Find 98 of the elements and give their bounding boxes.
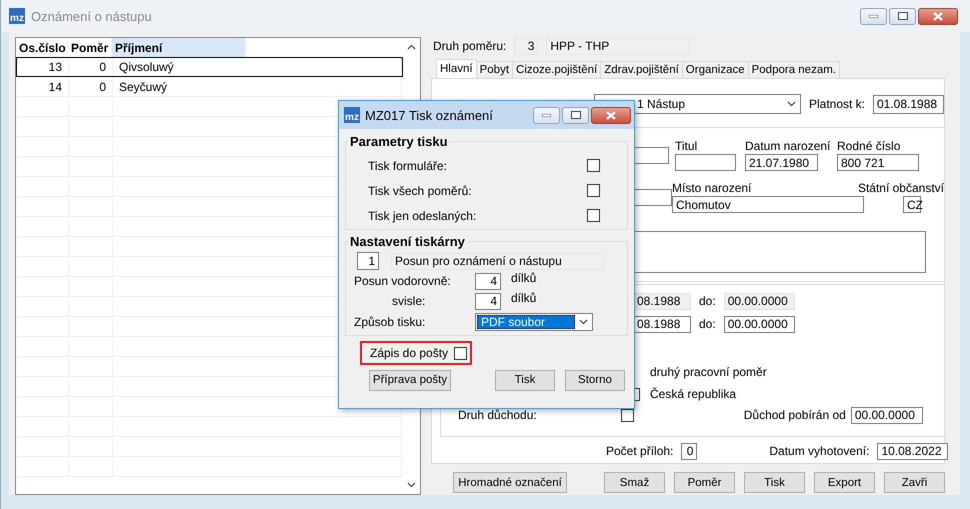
vertical-label: svisle: — [392, 294, 426, 308]
date-to-field[interactable]: 00.00.0000 — [724, 292, 795, 310]
tab[interactable]: Hlavní — [436, 59, 477, 78]
validity-label: Platnost k: — [808, 97, 865, 111]
attachments-field[interactable]: 0 — [681, 442, 698, 460]
minimize-button[interactable] — [860, 8, 887, 24]
date-from-field[interactable]: 08.1988 — [633, 316, 691, 332]
table-cell: Qivsoluwý — [113, 58, 402, 76]
citizenship-field[interactable]: CZ — [903, 196, 921, 213]
birth-place-field[interactable]: Chomutov — [672, 196, 864, 213]
option-label: Tisk všech poměrů: — [368, 184, 473, 198]
validity-field[interactable]: 01.08.1988 — [873, 94, 944, 114]
birth-date-label: Datum narození — [745, 139, 830, 153]
caret-icon — [578, 319, 588, 325]
option-label: Tisk formuláře: — [368, 158, 448, 172]
pension-type-label: Druh důchodu: — [458, 408, 537, 422]
mail-label: Zápis do pošty — [370, 346, 448, 360]
action-button[interactable]: Poměr — [674, 472, 735, 493]
table-cell: 13 — [17, 58, 69, 76]
horizontal-label: Posun vodorovně: — [354, 274, 452, 288]
horizontal-field[interactable]: 4 — [475, 272, 501, 290]
tab[interactable]: Zdrav.pojištění — [600, 61, 683, 78]
unit-label: dílků — [511, 271, 536, 285]
column-header[interactable]: Příjmení — [112, 38, 246, 57]
close-icon — [933, 12, 943, 20]
tab[interactable]: Organizace — [682, 61, 749, 78]
option-label: Tisk jen odeslaných: — [368, 208, 478, 222]
checkbox[interactable] — [587, 184, 600, 197]
window-title: Oznámení o nástupu — [31, 8, 152, 24]
caret-icon — [786, 101, 796, 107]
checkbox[interactable] — [620, 408, 634, 422]
issued-field[interactable]: 10.08.2022 — [877, 442, 948, 460]
list-row[interactable]: 14 0 Seyčuwý — [16, 77, 403, 97]
birth-place-label: Místo narození — [672, 181, 752, 195]
title-label: Titul — [675, 139, 698, 153]
maximize-icon — [570, 111, 580, 119]
dialog-button[interactable]: Storno — [565, 370, 625, 390]
table-cell: Seyčuwý — [113, 78, 402, 96]
second-job-label: druhý pracovní poměr — [650, 365, 767, 379]
checkbox[interactable] — [587, 209, 600, 222]
app-logo: mz — [344, 107, 360, 123]
tab[interactable]: Cizoze.pojištění — [512, 61, 602, 78]
action-button[interactable]: Export — [814, 472, 875, 493]
relation-name-field: HPP - THP — [546, 38, 690, 54]
dialog-button[interactable]: Tisk — [495, 370, 555, 390]
relation-label: Druh poměru: — [433, 39, 506, 53]
action-button[interactable]: Zavři — [884, 472, 945, 493]
scroll-up-icon[interactable] — [407, 44, 416, 50]
text-area[interactable] — [633, 231, 926, 273]
pension-from-field[interactable]: 00.00.0000 — [850, 406, 923, 424]
close-button[interactable] — [918, 8, 958, 24]
group-title: Parametry tisku — [349, 134, 449, 149]
list-row[interactable]: 13 0 Qivsoluwý — [16, 57, 403, 77]
country-label: Česká republika — [650, 387, 736, 401]
input-field[interactable] — [633, 147, 669, 164]
tab[interactable]: Podpora nezam. — [748, 61, 840, 78]
app-logo: mz — [9, 8, 25, 24]
action-button[interactable]: Hromadné označení — [453, 472, 567, 493]
minimize-button[interactable] — [533, 106, 560, 124]
vertical-field[interactable]: 4 — [475, 292, 501, 310]
relation-code-field: 3 — [514, 38, 538, 54]
action-button[interactable]: Tisk — [744, 472, 805, 493]
print-mode-select[interactable]: PDF soubor — [475, 313, 593, 331]
close-icon — [606, 110, 616, 120]
tab[interactable]: Pobyt — [476, 61, 514, 78]
checkbox[interactable] — [454, 346, 468, 360]
to-label: do: — [699, 317, 716, 331]
title-field[interactable] — [675, 154, 736, 171]
minimize-icon — [542, 114, 551, 116]
dialog-button[interactable]: Příprava pošty — [369, 370, 451, 390]
dialog-title: MZ017 Tisk oznámení — [365, 108, 493, 122]
input-field[interactable] — [633, 189, 672, 206]
birth-number-field[interactable]: 800 721 — [837, 154, 919, 171]
scroll-down-icon — [407, 482, 416, 488]
citizenship-label: Státní občanství — [858, 181, 944, 195]
date-to-field[interactable]: 00.00.0000 — [724, 316, 795, 332]
maximize-button[interactable] — [562, 106, 589, 124]
birth-number-label: Rodné číslo — [837, 139, 900, 153]
issued-label: Datum vyhotovení: — [769, 444, 870, 458]
unit-label: dílků — [511, 291, 536, 305]
attachments-label: Počet příloh: — [606, 444, 674, 458]
maximize-button[interactable] — [889, 8, 916, 24]
close-button[interactable] — [591, 106, 631, 124]
checkbox[interactable] — [587, 159, 600, 172]
group-title: Nastavení tiskárny — [349, 234, 466, 249]
profile-name-field: Posun pro oznámení o nástupu — [391, 252, 604, 270]
table-cell: 0 — [69, 78, 113, 96]
birth-date-field[interactable]: 21.07.1980 — [745, 154, 818, 171]
profile-number-field[interactable]: 1 — [357, 252, 379, 270]
action-button[interactable]: Smaž — [604, 472, 665, 493]
minimize-icon — [869, 14, 878, 18]
pension-from-label: Důchod pobírán od — [744, 408, 846, 422]
date-from-field[interactable]: 08.1988 — [633, 292, 691, 310]
maximize-icon — [898, 12, 908, 20]
table-cell: 14 — [17, 78, 69, 96]
mode-label: Způsob tisku: — [354, 315, 426, 329]
table-cell: 0 — [69, 58, 113, 76]
to-label: do: — [699, 294, 716, 308]
